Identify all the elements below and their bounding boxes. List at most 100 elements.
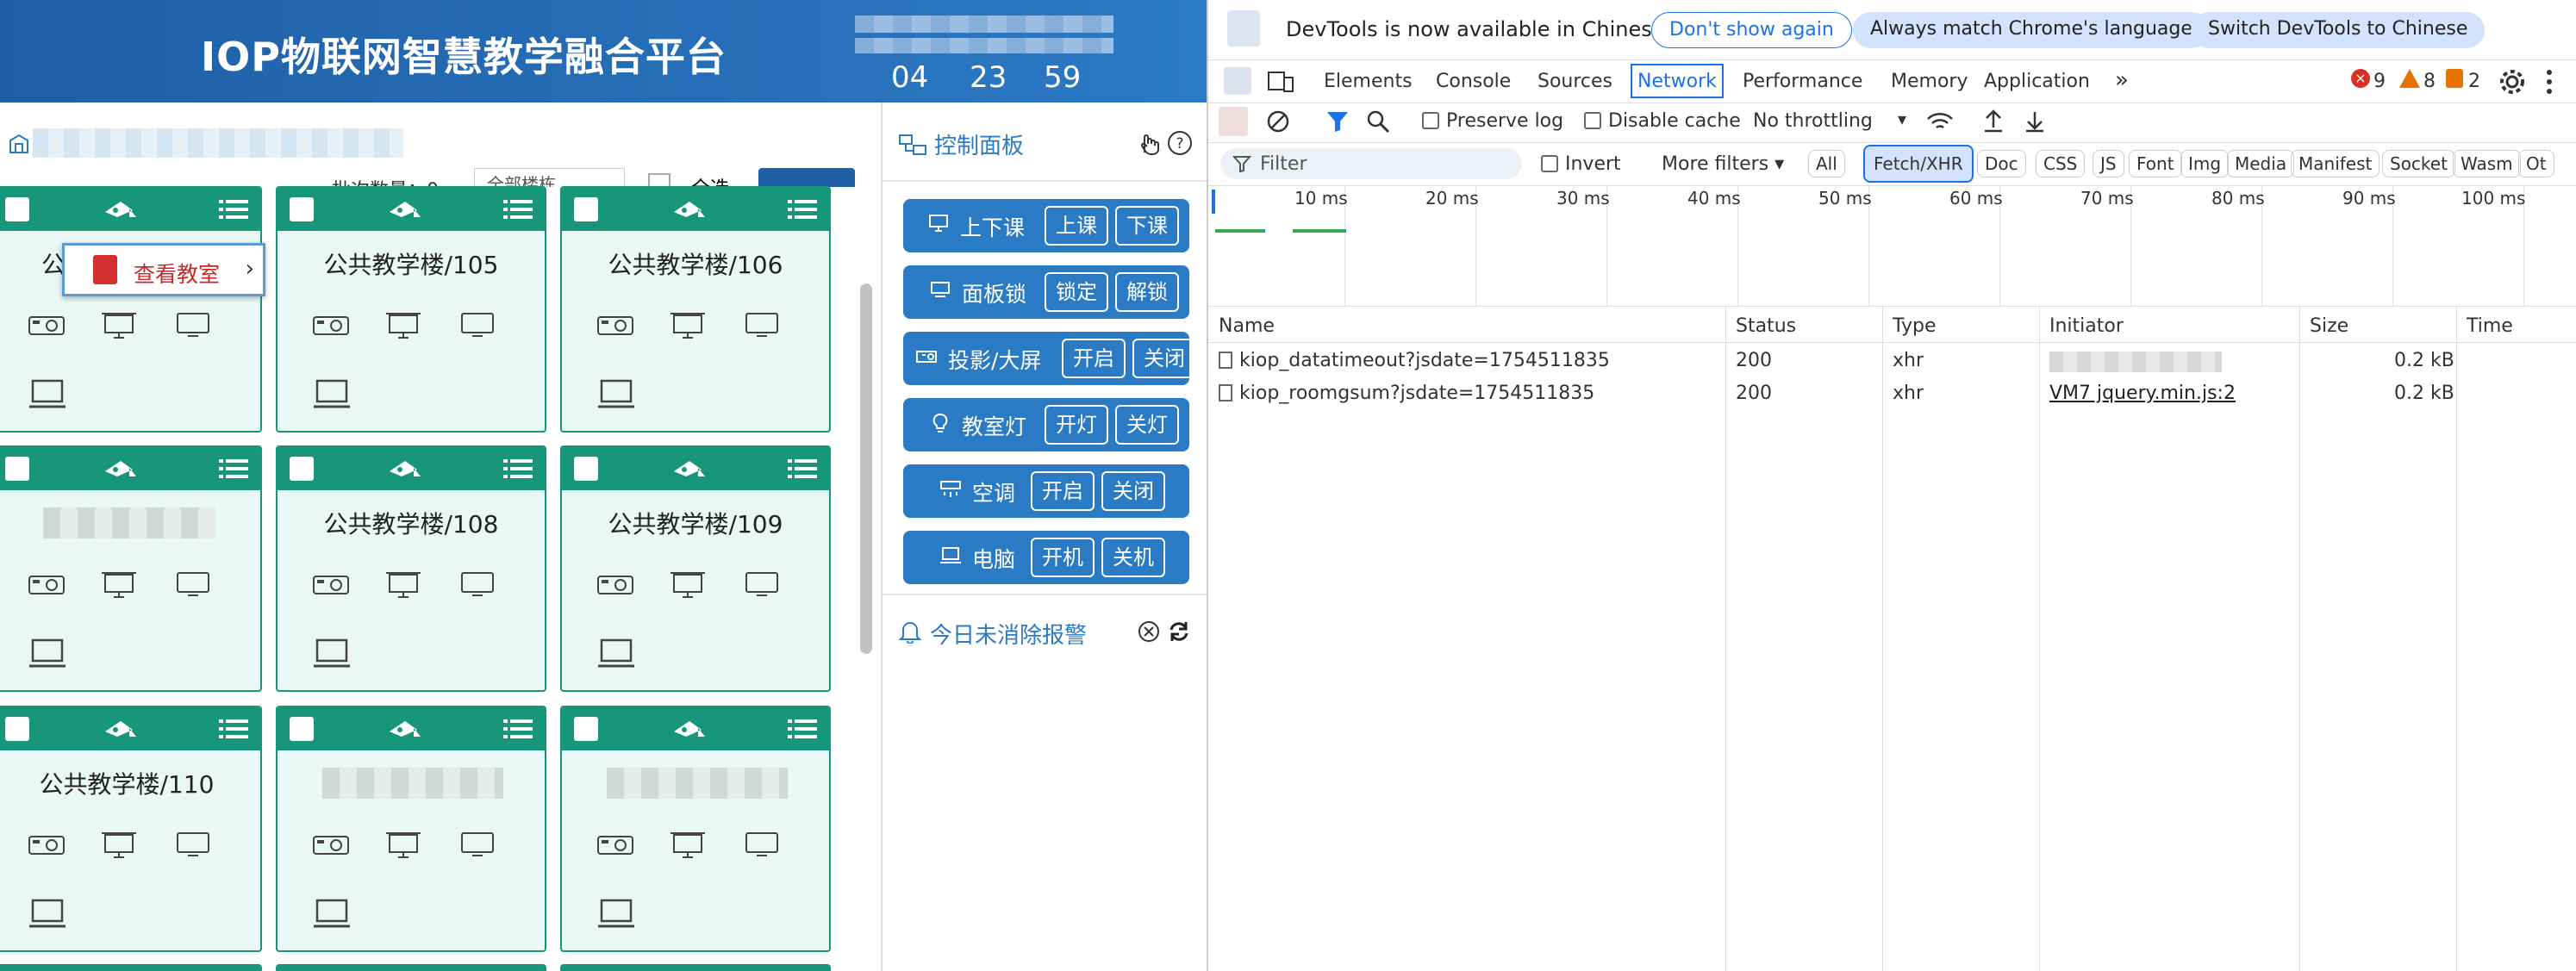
card-checkbox[interactable] (5, 457, 29, 481)
projector-icon[interactable] (312, 570, 350, 599)
class-toggle-on-button[interactable]: 上课 (1045, 206, 1108, 246)
switch-language-button[interactable]: Switch DevTools to Chinese (2191, 12, 2486, 48)
screen-icon[interactable] (743, 310, 781, 339)
whiteboard-icon[interactable] (384, 570, 422, 599)
preserve-log-checkbox[interactable]: Preserve log (1422, 110, 1563, 132)
request-name[interactable]: kiop_roomgsum?jsdate=1754511835 (1219, 383, 1594, 404)
laptop-icon[interactable] (28, 637, 67, 671)
request-row[interactable]: kiop_roomgsum?jsdate=1754511835 200 xhr VM7… (1208, 377, 2576, 410)
laptop-icon[interactable] (596, 637, 636, 671)
camera-icon[interactable] (388, 457, 422, 480)
card-checkbox[interactable] (5, 717, 29, 741)
tab-performance[interactable]: Performance (1743, 71, 1862, 92)
tab-elements[interactable]: Elements (1324, 71, 1413, 92)
computer-on-button[interactable]: 开机 (1031, 538, 1095, 577)
whiteboard-icon[interactable] (669, 570, 707, 599)
projector-on-button[interactable]: 开启 (1062, 339, 1126, 378)
camera-icon[interactable] (388, 718, 422, 740)
filter-chip-manifest[interactable]: Manifest (2291, 150, 2380, 177)
projector-icon[interactable] (28, 830, 65, 859)
menu-icon[interactable] (219, 457, 248, 480)
scrollbar[interactable] (860, 283, 872, 654)
column-type[interactable]: Type (1893, 315, 1937, 337)
classroom-card[interactable]: 公共教学楼/106 (560, 186, 831, 433)
invert-checkbox[interactable]: Invert (1541, 153, 1621, 175)
context-menu[interactable]: 查看教室 › (62, 243, 265, 296)
card-checkbox[interactable] (290, 717, 314, 741)
camera-icon[interactable] (103, 457, 138, 480)
refresh-icon[interactable] (1167, 619, 1191, 644)
classroom-card[interactable] (560, 706, 831, 952)
classroom-card[interactable]: 公共教学楼/105 (276, 186, 546, 433)
class-toggle-off-button[interactable]: 下课 (1115, 206, 1179, 246)
filter-chip-doc[interactable]: Doc (1977, 150, 2026, 177)
camera-icon[interactable] (672, 457, 707, 480)
tab-network[interactable]: Network (1631, 64, 1724, 98)
laptop-icon[interactable] (28, 377, 67, 412)
throttling-select[interactable]: No throttling (1753, 110, 1873, 132)
laptop-icon[interactable] (596, 897, 636, 931)
screen-icon[interactable] (174, 310, 212, 339)
column-status[interactable]: Status (1736, 315, 1796, 337)
card-checkbox[interactable] (574, 457, 598, 481)
request-row[interactable]: kiop_datatimeout?jsdate=1754511835 200 xhr… (1208, 345, 2576, 377)
close-circle-icon[interactable] (1137, 619, 1161, 644)
panel-lock-on-button[interactable]: 锁定 (1045, 272, 1108, 312)
help-icon[interactable]: ? (1167, 130, 1193, 156)
camera-icon[interactable] (388, 198, 422, 221)
record-icon[interactable] (1219, 107, 1248, 136)
camera-icon[interactable] (672, 198, 707, 221)
air-conditioner-on-button[interactable]: 开启 (1031, 471, 1095, 511)
whiteboard-icon[interactable] (100, 830, 138, 859)
initiator-link[interactable]: VM7 jquery.min.js:2 (2049, 383, 2236, 404)
screen-icon[interactable] (458, 570, 496, 599)
menu-icon[interactable] (219, 198, 248, 221)
camera-icon[interactable] (103, 718, 138, 740)
whiteboard-icon[interactable] (100, 310, 138, 339)
whiteboard-icon[interactable] (669, 310, 707, 339)
classroom-card[interactable] (0, 964, 262, 971)
filter-chip-font[interactable]: Font (2129, 150, 2182, 177)
laptop-icon[interactable] (596, 377, 636, 412)
filter-chip-img[interactable]: Img (2180, 150, 2230, 177)
classroom-light-off-button[interactable]: 关灯 (1115, 405, 1179, 445)
menu-icon[interactable] (788, 457, 817, 480)
filter-icon[interactable] (1325, 110, 1350, 133)
network-conditions-icon[interactable] (1925, 109, 1955, 134)
card-checkbox[interactable] (574, 197, 598, 221)
classroom-card[interactable] (0, 445, 262, 692)
column-size[interactable]: Size (2310, 315, 2348, 337)
select-all-checkbox[interactable] (648, 173, 671, 187)
card-checkbox[interactable] (290, 457, 314, 481)
kebab-menu-icon[interactable] (2544, 67, 2554, 96)
issues-count[interactable]: 2 (2468, 71, 2480, 92)
tab-memory[interactable]: Memory (1891, 71, 1968, 92)
clear-icon[interactable] (1265, 109, 1291, 134)
search-icon[interactable] (1365, 109, 1391, 134)
screen-icon[interactable] (174, 570, 212, 599)
filter-chip-ot[interactable]: Ot (2518, 150, 2554, 177)
menu-icon[interactable] (503, 457, 533, 480)
camera-icon[interactable] (672, 718, 707, 740)
classroom-card[interactable]: 公共教学楼/109 (560, 445, 831, 692)
view-classroom-item[interactable]: 查看教室 (134, 258, 220, 289)
menu-icon[interactable] (788, 198, 817, 221)
filter-chip-socket[interactable]: Socket (2382, 150, 2455, 177)
filter-input[interactable]: Filter (1220, 148, 1522, 179)
more-tabs-icon[interactable]: » (2115, 67, 2129, 93)
panel-lock-off-button[interactable]: 解锁 (1115, 272, 1179, 312)
air-conditioner-off-button[interactable]: 关闭 (1101, 471, 1165, 511)
card-checkbox[interactable] (5, 197, 29, 221)
device-toolbar-icon[interactable] (1267, 69, 1294, 95)
upload-icon[interactable] (1982, 109, 2005, 134)
projector-icon[interactable] (312, 830, 350, 859)
whiteboard-icon[interactable] (384, 830, 422, 859)
card-checkbox[interactable] (290, 197, 314, 221)
filter-chip-fetchxhr[interactable]: Fetch/XHR (1863, 145, 1974, 183)
menu-icon[interactable] (219, 718, 248, 740)
disable-cache-checkbox[interactable]: Disable cache (1584, 110, 1741, 132)
menu-icon[interactable] (788, 718, 817, 740)
warning-count[interactable]: 8 (2423, 71, 2436, 92)
whiteboard-icon[interactable] (384, 310, 422, 339)
screen-icon[interactable] (458, 310, 496, 339)
